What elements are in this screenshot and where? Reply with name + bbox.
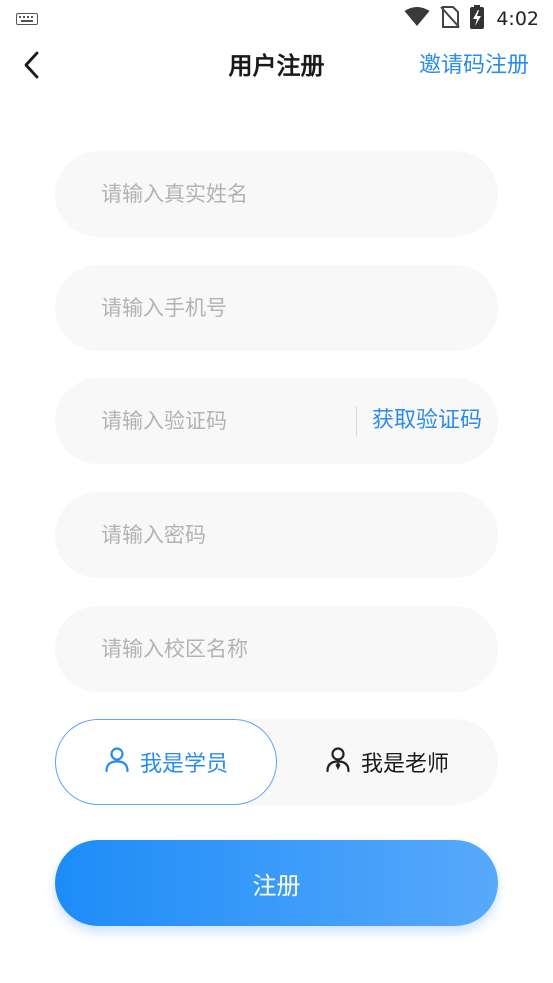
- role-toggle: 我是学员 我是老师: [55, 719, 498, 805]
- teacher-icon: [325, 746, 351, 778]
- role-student-label: 我是学员: [139, 752, 228, 777]
- code-divider: [356, 406, 357, 436]
- password-field: [55, 492, 498, 578]
- campus-field: [55, 606, 498, 692]
- name-field: [55, 151, 498, 237]
- phone-input[interactable]: [101, 265, 461, 351]
- status-right: 4:02: [404, 5, 539, 33]
- campus-input[interactable]: [101, 606, 461, 692]
- phone-field: [55, 265, 498, 351]
- get-code-button[interactable]: 获取验证码: [372, 378, 482, 464]
- verification-code-field: 获取验证码: [55, 378, 498, 464]
- verification-code-input[interactable]: [101, 378, 341, 464]
- chevron-left-icon: [22, 51, 40, 83]
- role-teacher-option[interactable]: 我是老师: [276, 719, 498, 805]
- battery-charging-icon: [470, 5, 485, 33]
- invite-code-register-link[interactable]: 邀请码注册: [419, 50, 529, 82]
- register-button[interactable]: 注册: [55, 840, 498, 926]
- nav-bar: 用户注册 邀请码注册: [0, 38, 553, 94]
- role-teacher-label: 我是老师: [360, 752, 449, 777]
- status-left: [16, 10, 38, 29]
- name-input[interactable]: [101, 151, 461, 237]
- back-button[interactable]: [22, 50, 62, 84]
- status-bar: 4:02: [0, 0, 553, 38]
- no-sim-icon: [440, 6, 461, 32]
- register-page: 4:02 用户注册 邀请码注册 获取验证码: [0, 0, 553, 983]
- wifi-icon: [404, 7, 430, 31]
- user-icon: [104, 746, 130, 778]
- keyboard-icon: [16, 10, 38, 29]
- password-input[interactable]: [101, 492, 461, 578]
- role-student-option[interactable]: 我是学员: [55, 719, 277, 805]
- status-time: 4:02: [496, 8, 539, 30]
